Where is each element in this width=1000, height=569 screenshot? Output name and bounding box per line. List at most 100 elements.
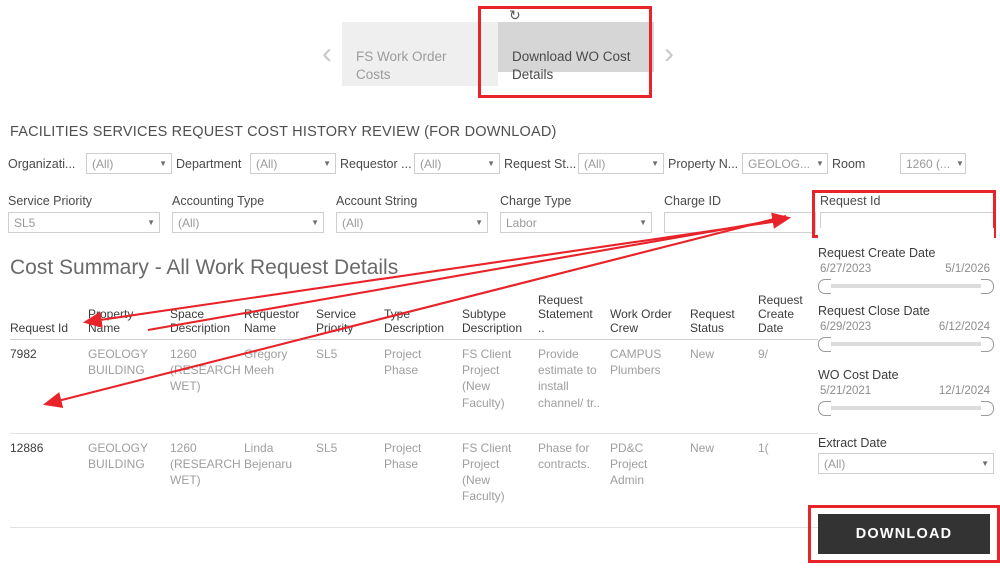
cell-requestor-name: Gregory Meeh [244,339,316,434]
slider-handle-min[interactable] [818,401,831,416]
col-space-description[interactable]: Space Description [170,293,244,340]
col-label: Type Description [384,307,445,335]
filter-room-select[interactable]: 1260 (... ▼ [900,153,966,174]
filter-value: (All) [342,215,364,230]
cell-space-description: 1260 (RESEARCH WET) [170,433,244,528]
slider-handle-min[interactable] [818,337,831,352]
col-subtype-description[interactable]: Subtype Description [462,293,538,340]
filter-request-status-select[interactable]: (All) ▼ [578,153,664,174]
chevron-down-icon: ▼ [159,159,167,168]
chevron-down-icon: ▼ [487,159,495,168]
slider-track[interactable] [826,406,986,410]
filter-organization: Organizati... [8,153,81,175]
cost-summary-table: Request Id Property Name Space Descripti… [10,293,822,528]
filter-charge-id-input[interactable] [664,212,816,233]
filter-label: Charge ID [664,194,721,208]
filter-request-status: Request St... [504,153,582,175]
col-label: Subtype Description [462,307,523,335]
tab-next-arrow-icon[interactable]: › [654,8,684,100]
filter-service-priority-select[interactable]: SL5 ▼ [8,212,160,233]
tab-download-wo-cost-details[interactable]: ↻ Download WO Cost Details [498,7,654,82]
cell-request-statement: Phase for contracts. [538,433,610,528]
filter-label: Department [176,157,242,171]
filter-charge-type: Charge Type Labor ▼ [500,194,652,233]
chevron-down-icon: ▼ [981,459,989,468]
download-button[interactable]: DOWNLOAD [818,514,990,554]
table-row[interactable]: 7982 GEOLOGY BUILDING 1260 (RESEARCH WET… [10,339,822,434]
filter-label: Request Id [820,194,881,208]
cell-request-status: New [690,433,758,528]
filter-value: GEOLOG... [748,156,811,171]
col-request-status[interactable]: Request Status [690,293,758,340]
slider-handle-min[interactable] [818,279,831,294]
chevron-down-icon: ▼ [311,218,319,227]
col-requestor-name[interactable]: Requestor Name [244,293,316,340]
col-service-priority[interactable]: Service Priority [316,293,384,340]
range-slider[interactable] [818,278,994,294]
filter-charge-id: Charge ID [664,194,816,233]
table-row[interactable]: 12886 GEOLOGY BUILDING 1260 (RESEARCH WE… [10,433,822,528]
filter-extract-date: Extract Date (All) ▼ [818,436,994,474]
slider-request-close-date: Request Close Date 6/29/2023 6/12/2024 [818,304,994,352]
range-slider[interactable] [818,336,994,352]
chevron-down-icon: ▼ [816,159,824,168]
cell-service-priority: SL5 [316,339,384,434]
slider-handle-max[interactable] [981,401,994,416]
cell-type-description: Project Phase [384,339,462,434]
tab-prev-arrow-icon[interactable]: ‹ [312,8,342,100]
filter-value: 1260 (... [906,156,951,171]
filter-accounting-type-select[interactable]: (All) ▼ [172,212,324,233]
filter-account-string: Account String (All) ▼ [336,194,488,233]
filter-organization-select[interactable]: (All) ▼ [86,153,172,174]
filter-value: (All) [256,156,278,171]
slider-request-create-date: Request Create Date 6/27/2023 5/1/2026 [818,246,994,294]
col-request-create-date[interactable]: Request Create Date [758,293,822,340]
chevron-down-icon: ▼ [639,218,647,227]
chevron-down-icon: ▼ [651,159,659,168]
refresh-icon[interactable]: ↻ [509,6,521,24]
filter-property-name-select[interactable]: GEOLOG... ▼ [742,153,828,174]
filter-charge-type-select[interactable]: Labor ▼ [500,212,652,233]
download-button-area: DOWNLOAD [808,505,1000,563]
tab-fs-work-order-costs[interactable]: FS Work Order Costs [342,22,498,86]
col-label: Request Status [690,307,735,335]
filter-account-string-select[interactable]: (All) ▼ [336,212,488,233]
slider-max-value: 12/1/2024 [938,385,990,397]
cell-request-statement: Provide estimate to install channel/ tr.… [538,339,610,434]
col-type-description[interactable]: Type Description [384,293,462,340]
cell-subtype-description: FS Client Project (New Faculty) [462,433,538,528]
slider-max-value: 5/1/2026 [945,263,990,275]
cell-request-status: New [690,339,758,434]
cell-request-create-date: 9/ [758,339,822,434]
col-label: Request Id [10,321,69,335]
col-property-name[interactable]: Property Name [88,293,170,340]
filter-label: Room [832,157,866,171]
filter-accounting-type: Accounting Type (All) ▼ [172,194,324,233]
range-slider[interactable] [818,400,994,416]
slider-max-value: 6/12/2024 [938,321,990,333]
col-label: Property Name [88,307,134,335]
dashboard-tab-strip: ‹ FS Work Order Costs ↻ Download WO Cost… [312,7,684,100]
filter-requestor-select[interactable]: (All) ▼ [414,153,500,174]
app-root: ‹ FS Work Order Costs ↻ Download WO Cost… [0,0,1000,569]
col-work-order-crew[interactable]: Work Order Crew [610,293,690,340]
cell-request-id: 12886 [10,433,88,528]
date-filter-sidebar: Request Create Date 6/27/2023 5/1/2026 R… [818,228,994,474]
table-header-row: Request Id Property Name Space Descripti… [10,293,822,340]
slider-track[interactable] [826,342,986,346]
slider-title: WO Cost Date [818,368,899,382]
filter-label: Account String [336,194,418,208]
slider-handle-max[interactable] [981,279,994,294]
col-request-id[interactable]: Request Id [10,293,88,340]
filter-department-select[interactable]: (All) ▼ [250,153,336,174]
filter-extract-date-select[interactable]: (All) ▼ [818,453,994,474]
filter-value: SL5 [14,215,36,230]
slider-handle-max[interactable] [981,337,994,352]
filter-requestor: Requestor ... [340,153,418,175]
col-request-statement[interactable]: Request Statement .. [538,293,610,340]
cell-space-description: 1260 (RESEARCH WET) [170,339,244,434]
slider-title: Request Close Date [818,304,930,318]
col-label: Requestor Name [244,307,300,335]
slider-range-labels: 6/27/2023 5/1/2026 [818,263,994,278]
slider-track[interactable] [826,284,986,288]
